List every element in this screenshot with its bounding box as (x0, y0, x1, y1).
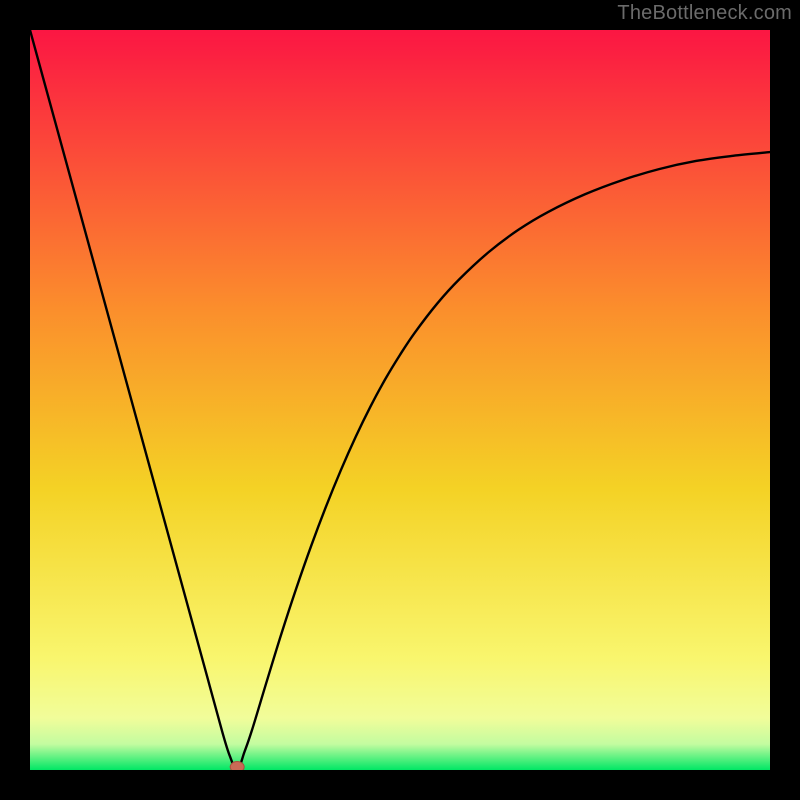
gradient-background (30, 30, 770, 770)
minimum-marker (230, 762, 244, 771)
chart-svg (30, 30, 770, 770)
watermark-text: TheBottleneck.com (617, 2, 792, 25)
chart-frame: TheBottleneck.com (0, 0, 800, 800)
plot-area (30, 30, 770, 770)
